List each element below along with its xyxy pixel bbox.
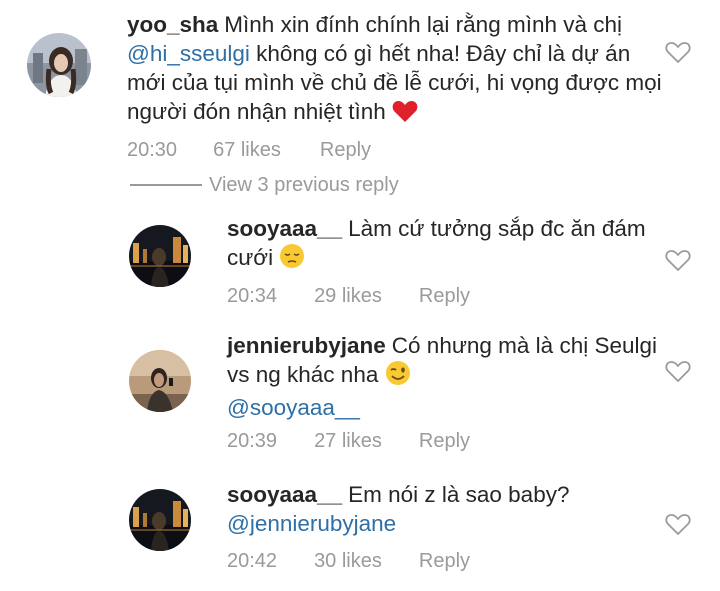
reply-button[interactable]: Reply [419, 430, 470, 453]
likes-count[interactable]: 27 likes [314, 430, 382, 453]
comment-meta: 20:39 27 likes Reply [227, 430, 470, 453]
view-previous-replies[interactable]: View 3 previous reply [130, 172, 399, 198]
reply-button[interactable]: Reply [320, 139, 371, 162]
username[interactable]: sooyaaa__ [227, 482, 342, 507]
comment-text: sooyaaa__ Làm cứ tưởng sắp đc ăn đám cưới [227, 214, 657, 276]
comment-text: sooyaaa__ Em nói z là sao baby? @jennieru… [227, 482, 570, 536]
pensive-face-emoji [279, 243, 305, 276]
comment-time: 20:34 [227, 285, 278, 307]
likes-count[interactable]: 29 likes [314, 285, 382, 308]
mention-link[interactable]: @jennierubyjane [227, 511, 396, 536]
divider-line [130, 184, 202, 186]
likes-count[interactable]: 67 likes [213, 139, 281, 162]
comment-meta: 20:30 67 likes Reply [127, 139, 371, 162]
avatar-yoo-sha[interactable] [27, 33, 91, 97]
heart-outline-icon[interactable] [665, 512, 691, 536]
heart-outline-icon[interactable] [665, 248, 691, 272]
comment-meta: 20:42 30 likes Reply [227, 550, 470, 573]
comment-meta: 20:34 29 likes Reply [227, 285, 470, 308]
username[interactable]: jennierubyjane [227, 333, 386, 358]
comment-text: yoo_sha Mình xin đính chính lại rằng mình… [127, 10, 662, 130]
red-heart-emoji [392, 99, 418, 130]
winking-face-emoji [385, 360, 411, 393]
comment-time: 20:39 [227, 430, 278, 452]
mention-link[interactable]: @sooyaaa__ [227, 395, 360, 420]
reply-button[interactable]: Reply [419, 285, 470, 308]
avatar-sooyaaa[interactable] [129, 225, 191, 287]
comment-time: 20:30 [127, 139, 178, 161]
username[interactable]: sooyaaa__ [227, 216, 342, 241]
username[interactable]: yoo_sha [127, 12, 218, 37]
comment-text: jennierubyjane Có nhưng mà là chị Seulgi … [227, 333, 658, 420]
likes-count[interactable]: 30 likes [314, 550, 382, 573]
mention-link[interactable]: @hi_sseulgi [127, 41, 250, 66]
heart-outline-icon[interactable] [665, 359, 691, 383]
comment-time: 20:42 [227, 550, 278, 572]
avatar-sooyaaa[interactable] [129, 489, 191, 551]
avatar-jennierubyjane[interactable] [129, 350, 191, 412]
reply-button[interactable]: Reply [419, 550, 470, 573]
heart-outline-icon[interactable] [665, 40, 691, 64]
